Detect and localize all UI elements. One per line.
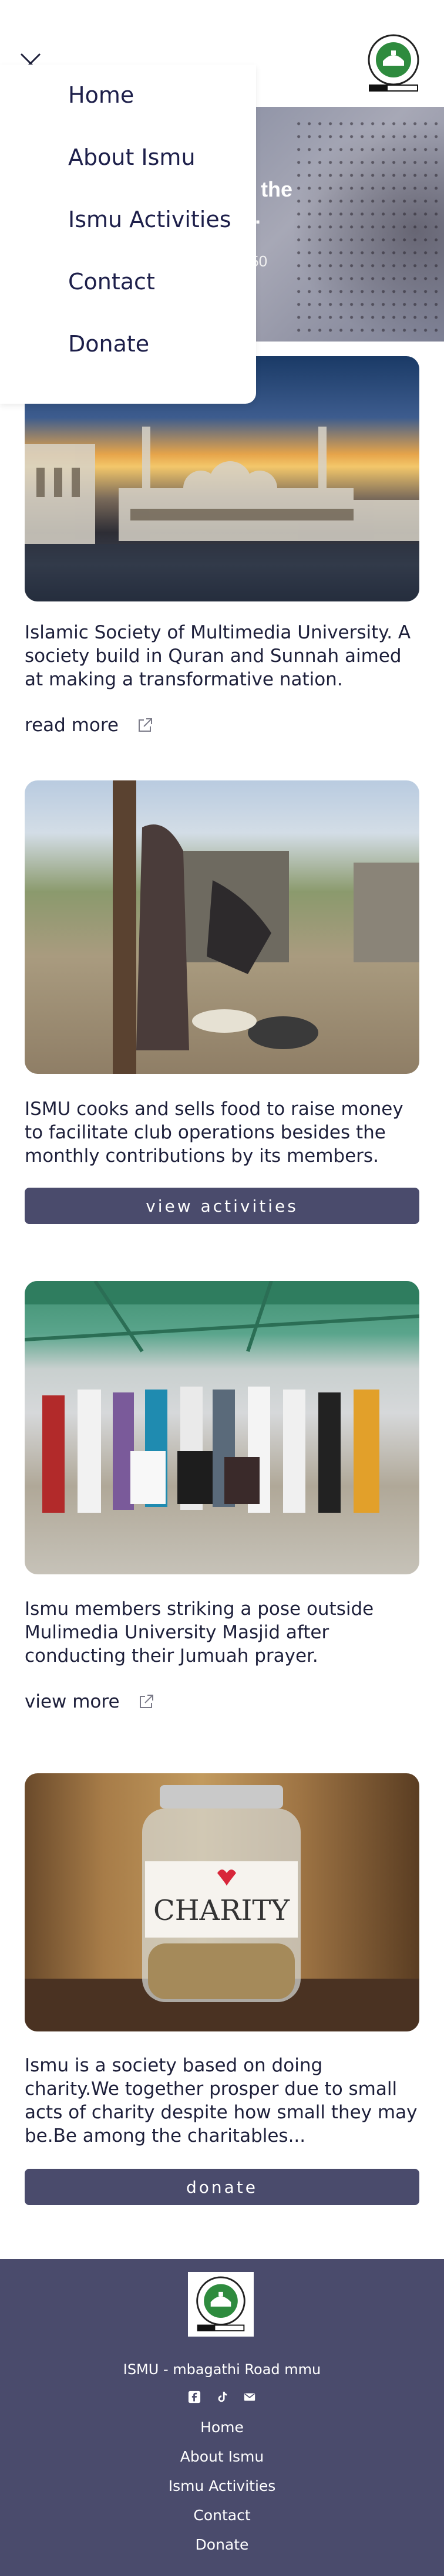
ismu-logo-icon[interactable] — [364, 33, 423, 94]
external-link-icon — [139, 1695, 153, 1708]
view-more-link[interactable]: view more — [25, 1691, 155, 1712]
email-icon[interactable] — [242, 2389, 257, 2405]
ismu-logo-icon[interactable] — [188, 2272, 254, 2337]
footer-link-home[interactable]: Home — [0, 2419, 444, 2436]
charity-jar-photo: CHARITY — [25, 1773, 419, 2031]
donate-button[interactable]: donate — [25, 2169, 419, 2205]
menu-item-activities[interactable]: Ismu Activities — [68, 207, 231, 232]
view-activities-button[interactable]: view activities — [25, 1188, 419, 1224]
view-more-label: view more — [25, 1691, 120, 1712]
external-link-icon — [138, 718, 152, 732]
menu-item-home[interactable]: Home — [68, 82, 134, 108]
card-cooking-text: ISMU cooks and sells food to raise money… — [25, 1098, 403, 1167]
facebook-icon[interactable] — [187, 2389, 202, 2405]
jar-label: CHARITY — [153, 1894, 290, 1927]
social-links — [187, 2389, 257, 2405]
site-footer: ISMU - mbagathi Road mmu Home About Ismu… — [0, 2259, 444, 2576]
cooking-photo — [25, 780, 419, 1074]
read-more-label: read more — [25, 715, 119, 736]
footer-link-contact[interactable]: Contact — [0, 2507, 444, 2524]
read-more-link[interactable]: read more — [25, 715, 154, 736]
tiktok-icon[interactable] — [214, 2389, 230, 2405]
nav-menu: Home About Ismu Ismu Activities Contact … — [0, 65, 256, 404]
card-charity-text: Ismu is a society based on doing charity… — [25, 2055, 418, 2146]
menu-item-about[interactable]: About Ismu — [68, 144, 196, 170]
footer-link-donate[interactable]: Donate — [0, 2536, 444, 2553]
menu-item-donate[interactable]: Donate — [68, 331, 149, 357]
footer-address: ISMU - mbagathi Road mmu — [123, 2361, 321, 2378]
menu-item-contact[interactable]: Contact — [68, 269, 155, 295]
footer-link-about[interactable]: About Ismu — [0, 2448, 444, 2465]
group-photo — [25, 1281, 419, 1574]
card-about-text: Islamic Society of Multimedia University… — [25, 622, 411, 690]
footer-link-activities[interactable]: Ismu Activities — [0, 2477, 444, 2494]
card-group-text: Ismu members striking a pose outside Mul… — [25, 1598, 374, 1666]
